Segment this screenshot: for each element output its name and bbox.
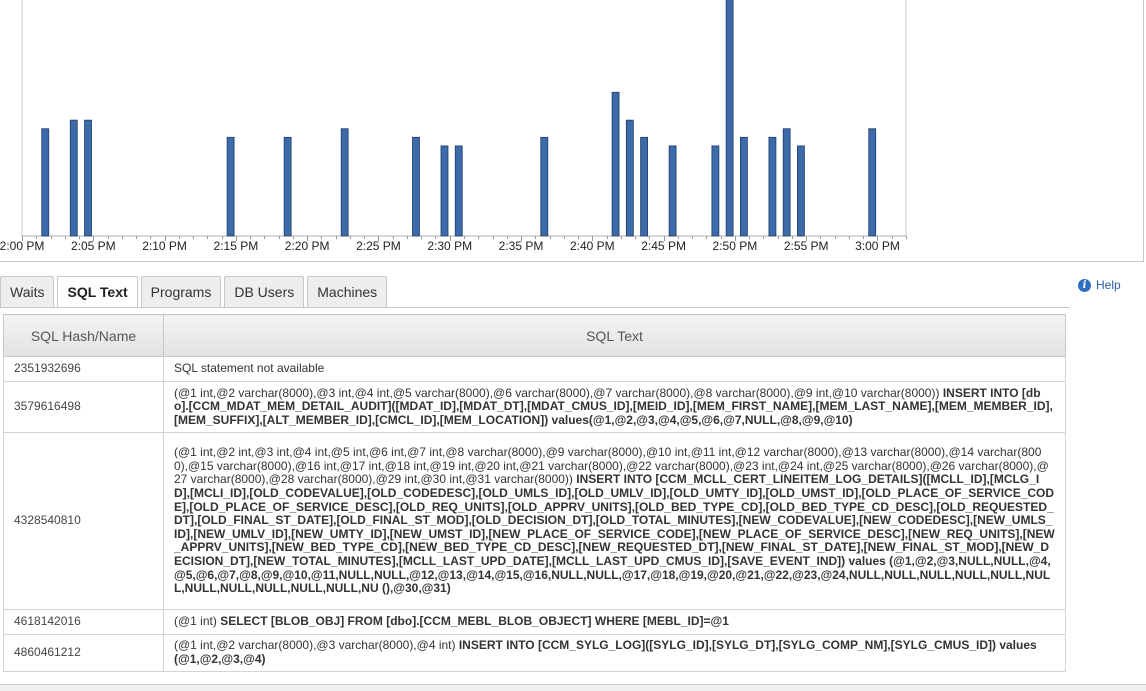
activity-chart: 2:00 PM 2:05 PM 2:10 PM 2:15 PM 2:20 PM 2:25 … [0, 0, 1144, 262]
tab-sql-text[interactable]: SQL Text [57, 276, 138, 308]
bar [740, 136, 748, 237]
x-tick-label: 2:30 PM [427, 239, 472, 253]
bar [84, 119, 92, 237]
bar [711, 145, 720, 237]
table-row[interactable]: 2351932696 SQL statement not available [3, 356, 1066, 382]
x-tick-label: 2:40 PM [570, 239, 615, 253]
x-tick-label: 2:50 PM [713, 239, 758, 253]
bar [69, 119, 78, 237]
bar [454, 145, 463, 237]
table-row[interactable]: 4860461212 (@1 int,@2 varchar(8000),@3 va… [3, 634, 1066, 672]
table-header-row: SQL Hash/Name SQL Text [3, 314, 1066, 357]
bar [868, 128, 877, 237]
sql-hash-cell: 4860461212 [3, 634, 164, 672]
sql-statement: SELECT [BLOB_OBJ] FROM [dbo].[CCM_MEBL_B… [220, 614, 729, 629]
bar [625, 119, 634, 237]
column-header-sql-text[interactable]: SQL Text [163, 314, 1066, 357]
x-tick-label: 2:20 PM [285, 239, 330, 253]
help-link[interactable]: i Help [1078, 278, 1121, 292]
sql-hash-cell: 2351932696 [3, 356, 164, 382]
sql-text-cell: SQL statement not available [163, 356, 1066, 382]
x-tick-label: 2:25 PM [356, 239, 401, 253]
sql-text-cell: (@1 int,@2 varchar(8000),@3 int,@4 int,@… [163, 381, 1066, 433]
sql-hash-cell: 4328540810 [3, 432, 164, 610]
sql-text-cell: (@1 int,@2 varchar(8000),@3 varchar(8000… [163, 634, 1066, 672]
x-tick-label: 2:00 PM [0, 239, 44, 253]
tab-programs[interactable]: Programs [140, 276, 222, 307]
bar [725, 0, 734, 237]
help-label: Help [1096, 278, 1121, 292]
tab-bar: Waits SQL Text Programs DB Users Machines [0, 276, 388, 308]
sql-parameters: (@1 int) [174, 614, 221, 629]
x-tick-label: 3:00 PM [855, 239, 900, 253]
x-tick-label: 2:55 PM [784, 239, 829, 253]
table-row[interactable]: 4328540810 (@1 int,@2 int,@3 int,@4 int,@… [3, 432, 1066, 610]
bar [768, 136, 777, 237]
sql-text-cell: (@1 int,@2 int,@3 int,@4 int,@5 int,@6 i… [163, 432, 1066, 610]
bar [540, 136, 549, 237]
bar [782, 128, 791, 237]
x-tick-label: 2:10 PM [142, 239, 187, 253]
activity-bar-chart: 2:00 PM 2:05 PM 2:10 PM 2:15 PM 2:20 PM 2:25 … [0, 0, 907, 253]
bar [41, 128, 50, 237]
bar [440, 145, 449, 237]
x-tick-label: 2:05 PM [71, 239, 116, 253]
sql-parameters: SQL statement not available [174, 361, 325, 376]
column-header-sql-hash[interactable]: SQL Hash/Name [3, 314, 164, 357]
x-tick-label: 2:15 PM [214, 239, 259, 253]
bar [226, 136, 235, 237]
sql-text-table: SQL Hash/Name SQL Text 2351932696 SQL sta… [3, 314, 1066, 672]
bar [283, 136, 292, 237]
sql-parameters: (@1 int,@2 varchar(8000),@3 varchar(8000… [174, 638, 459, 653]
x-tick-label: 2:45 PM [641, 239, 686, 253]
sql-statement: INSERT INTO [CCM_MCLL_CERT_LINEITEM_LOG_… [174, 472, 1055, 596]
bar [340, 128, 349, 237]
tab-machines[interactable]: Machines [307, 276, 388, 307]
tab-waits[interactable]: Waits [0, 276, 55, 307]
sql-text-cell: (@1 int) SELECT [BLOB_OBJ] FROM [dbo].[C… [163, 609, 1066, 635]
sql-parameters: (@1 int,@2 varchar(8000),@3 int,@4 int,@… [174, 385, 943, 400]
bar [611, 91, 620, 237]
tab-divider [0, 307, 1070, 308]
table-row[interactable]: 4618142016 (@1 int) SELECT [BLOB_OBJ] FRO… [3, 609, 1066, 635]
bar [668, 145, 677, 237]
bar [797, 145, 805, 237]
x-tick-label: 2:35 PM [499, 239, 544, 253]
tab-db-users[interactable]: DB Users [224, 276, 305, 307]
sql-hash-cell: 3579616498 [3, 381, 164, 433]
info-icon: i [1078, 278, 1091, 292]
sql-hash-cell: 4618142016 [3, 609, 164, 635]
table-row[interactable]: 3579616498 (@1 int,@2 varchar(8000),@3 in… [3, 381, 1066, 433]
bar [412, 136, 420, 237]
bar [640, 136, 648, 237]
